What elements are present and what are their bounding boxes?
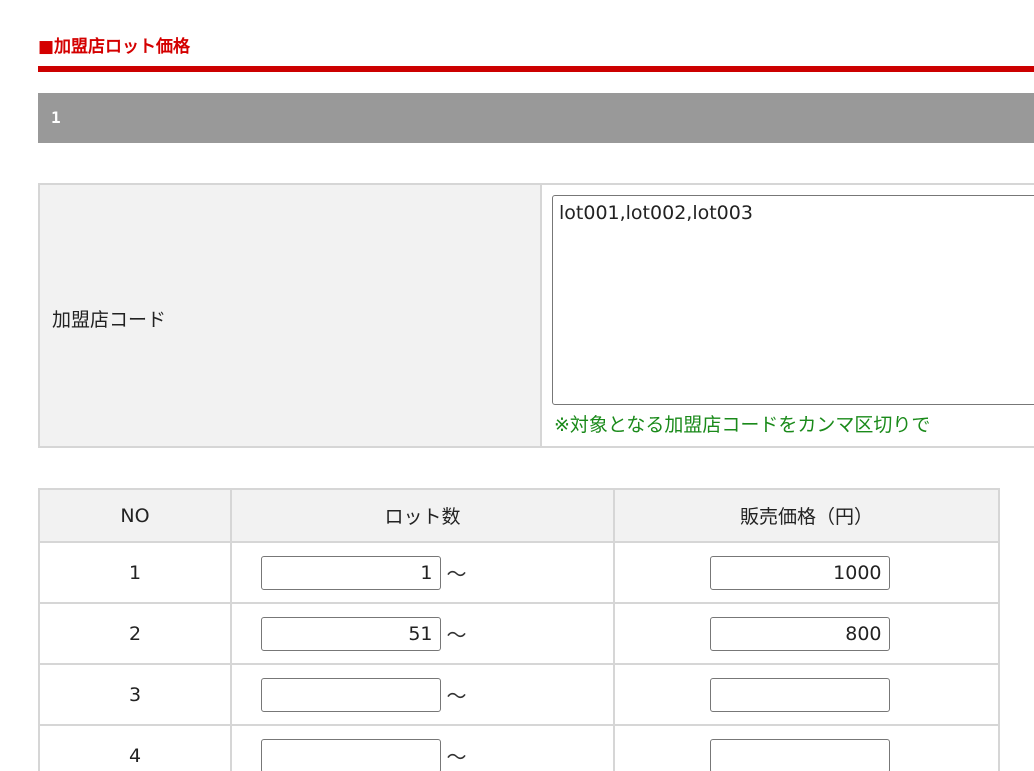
title-divider [38, 66, 1034, 72]
header-no: NO [38, 488, 232, 543]
price-cell [613, 724, 1000, 771]
sale-price-input[interactable] [709, 616, 890, 651]
price-cell [613, 663, 1000, 726]
range-tilde: 〜 [446, 623, 467, 647]
merchant-code-label-cell: 加盟店コード [40, 185, 542, 446]
lot-cell: 〜 [230, 541, 615, 604]
page: ■加盟店ロット価格 1 加盟店コード lot001,lot002,lot003 … [0, 0, 1034, 771]
section-title: ■加盟店ロット価格 [38, 37, 191, 57]
lot-cell: 〜 [230, 724, 615, 771]
merchant-code-form: 加盟店コード lot001,lot002,lot003 ※対象となる加盟店コード… [38, 183, 1034, 448]
merchant-code-textarea[interactable]: lot001,lot002,lot003 [552, 195, 1034, 405]
sale-price-input[interactable] [709, 738, 890, 771]
sale-price-input[interactable] [709, 555, 890, 590]
group-header-bar: 1 [38, 93, 1034, 143]
price-cell [613, 541, 1000, 604]
group-number: 1 [51, 108, 61, 127]
lot-cell: 〜 [230, 602, 615, 665]
row-no: 1 [38, 541, 232, 604]
row-no: 2 [38, 602, 232, 665]
merchant-code-value-cell: lot001,lot002,lot003 ※対象となる加盟店コードをカンマ区切り… [542, 185, 1034, 446]
table-header-row: NO ロット数 販売価格（円） [38, 488, 1000, 543]
table-row: 3 〜 [38, 663, 1000, 726]
price-cell [613, 602, 1000, 665]
merchant-code-label: 加盟店コード [52, 309, 167, 331]
lot-cell: 〜 [230, 663, 615, 726]
range-tilde: 〜 [446, 684, 467, 708]
range-tilde: 〜 [446, 562, 467, 586]
lot-count-input[interactable] [260, 555, 441, 590]
sale-price-input[interactable] [709, 677, 890, 712]
row-no: 3 [38, 663, 232, 726]
header-lot-count: ロット数 [230, 488, 615, 543]
table-row: 2 〜 [38, 602, 1000, 665]
lot-count-input[interactable] [260, 738, 441, 771]
lot-count-input[interactable] [260, 616, 441, 651]
header-sale-price: 販売価格（円） [613, 488, 1000, 543]
merchant-code-hint: ※対象となる加盟店コードをカンマ区切りで [554, 414, 931, 436]
lot-price-table: NO ロット数 販売価格（円） 1 〜 [38, 488, 1000, 771]
range-tilde: 〜 [446, 745, 467, 769]
lot-count-input[interactable] [260, 677, 441, 712]
table-row: 4 〜 [38, 724, 1000, 771]
table-row: 1 〜 [38, 541, 1000, 604]
row-no: 4 [38, 724, 232, 771]
